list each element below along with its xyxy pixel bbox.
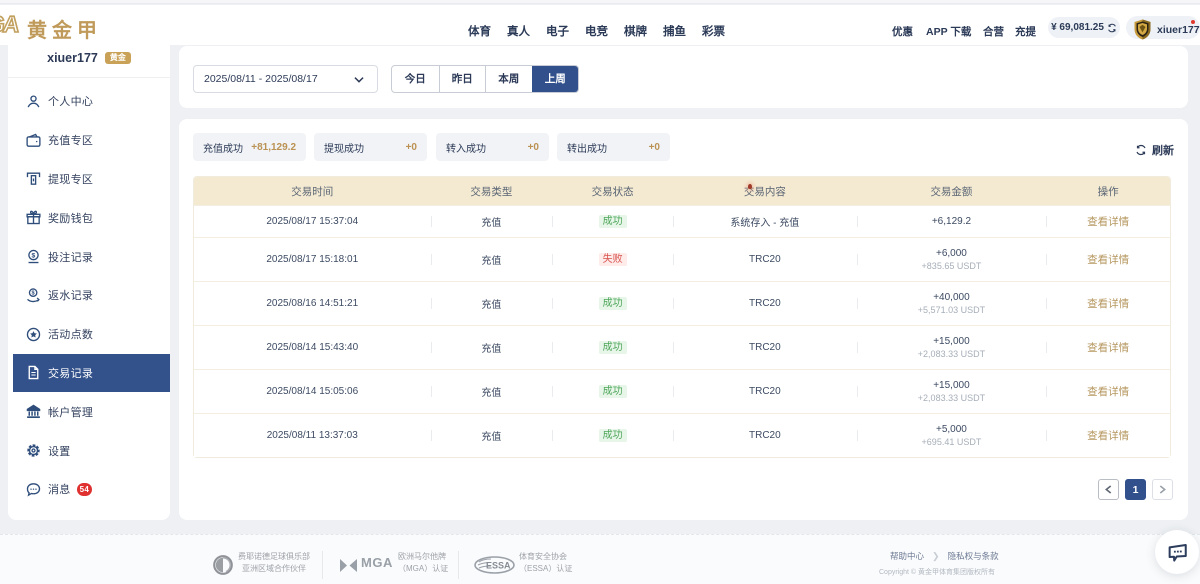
- svg-text:ESSA: ESSA: [486, 561, 511, 571]
- svg-text:$: $: [32, 252, 36, 259]
